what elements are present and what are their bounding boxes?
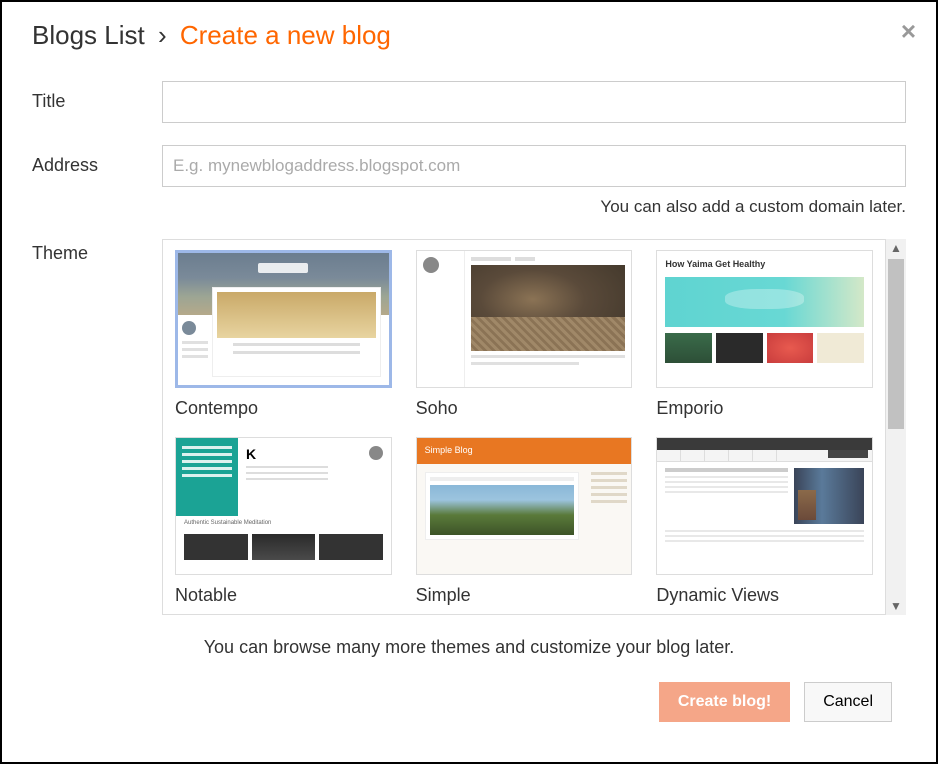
theme-option-simple[interactable]: Simple Blog Simple — [416, 437, 633, 606]
chevron-right-icon: › — [158, 20, 167, 50]
theme-option-notable[interactable]: K Authentic Sustainable Meditation Notab… — [175, 437, 392, 606]
breadcrumb-blogs-list[interactable]: Blogs List — [32, 20, 145, 50]
cancel-button[interactable]: Cancel — [804, 682, 892, 722]
breadcrumb-current: Create a new blog — [180, 20, 391, 50]
breadcrumb: Blogs List › Create a new blog — [32, 20, 906, 51]
theme-name: Simple — [416, 585, 633, 606]
title-label: Title — [32, 81, 162, 112]
theme-scrollbar[interactable]: ▲ ▼ — [886, 239, 906, 615]
theme-name: Dynamic Views — [656, 585, 873, 606]
theme-thumbnail: Simple Blog — [416, 437, 633, 575]
theme-option-emporio[interactable]: How Yaima Get Healthy Emporio — [656, 250, 873, 419]
theme-thumbnail: K Authentic Sustainable Meditation — [175, 437, 392, 575]
theme-thumbnail — [416, 250, 633, 388]
theme-name: Soho — [416, 398, 633, 419]
theme-thumbnail — [175, 250, 392, 388]
theme-name: Contempo — [175, 398, 392, 419]
title-input[interactable] — [162, 81, 906, 123]
theme-thumbnail — [656, 437, 873, 575]
theme-thumbnail: How Yaima Get Healthy — [656, 250, 873, 388]
address-input[interactable] — [162, 145, 906, 187]
scroll-up-icon[interactable]: ▲ — [886, 239, 906, 257]
themes-helper-text: You can browse many more themes and cust… — [32, 637, 906, 658]
theme-name: Emporio — [656, 398, 873, 419]
create-blog-dialog: × Blogs List › Create a new blog Title A… — [2, 2, 936, 740]
theme-grid: Contempo Soho — [162, 239, 886, 615]
close-icon[interactable]: × — [901, 16, 916, 47]
theme-option-soho[interactable]: Soho — [416, 250, 633, 419]
theme-name: Notable — [175, 585, 392, 606]
theme-option-contempo[interactable]: Contempo — [175, 250, 392, 419]
scroll-down-icon[interactable]: ▼ — [886, 597, 906, 615]
theme-option-dynamic-views[interactable]: Dynamic Views — [656, 437, 873, 606]
address-row: Address You can also add a custom domain… — [32, 145, 906, 217]
create-blog-button[interactable]: Create blog! — [659, 682, 790, 722]
theme-row: Theme Contempo — [32, 239, 906, 615]
theme-label: Theme — [32, 239, 162, 264]
address-helper-text: You can also add a custom domain later. — [162, 197, 906, 217]
title-row: Title — [32, 81, 906, 123]
scroll-thumb[interactable] — [888, 259, 904, 429]
address-label: Address — [32, 145, 162, 176]
dialog-buttons: Create blog! Cancel — [32, 682, 906, 722]
